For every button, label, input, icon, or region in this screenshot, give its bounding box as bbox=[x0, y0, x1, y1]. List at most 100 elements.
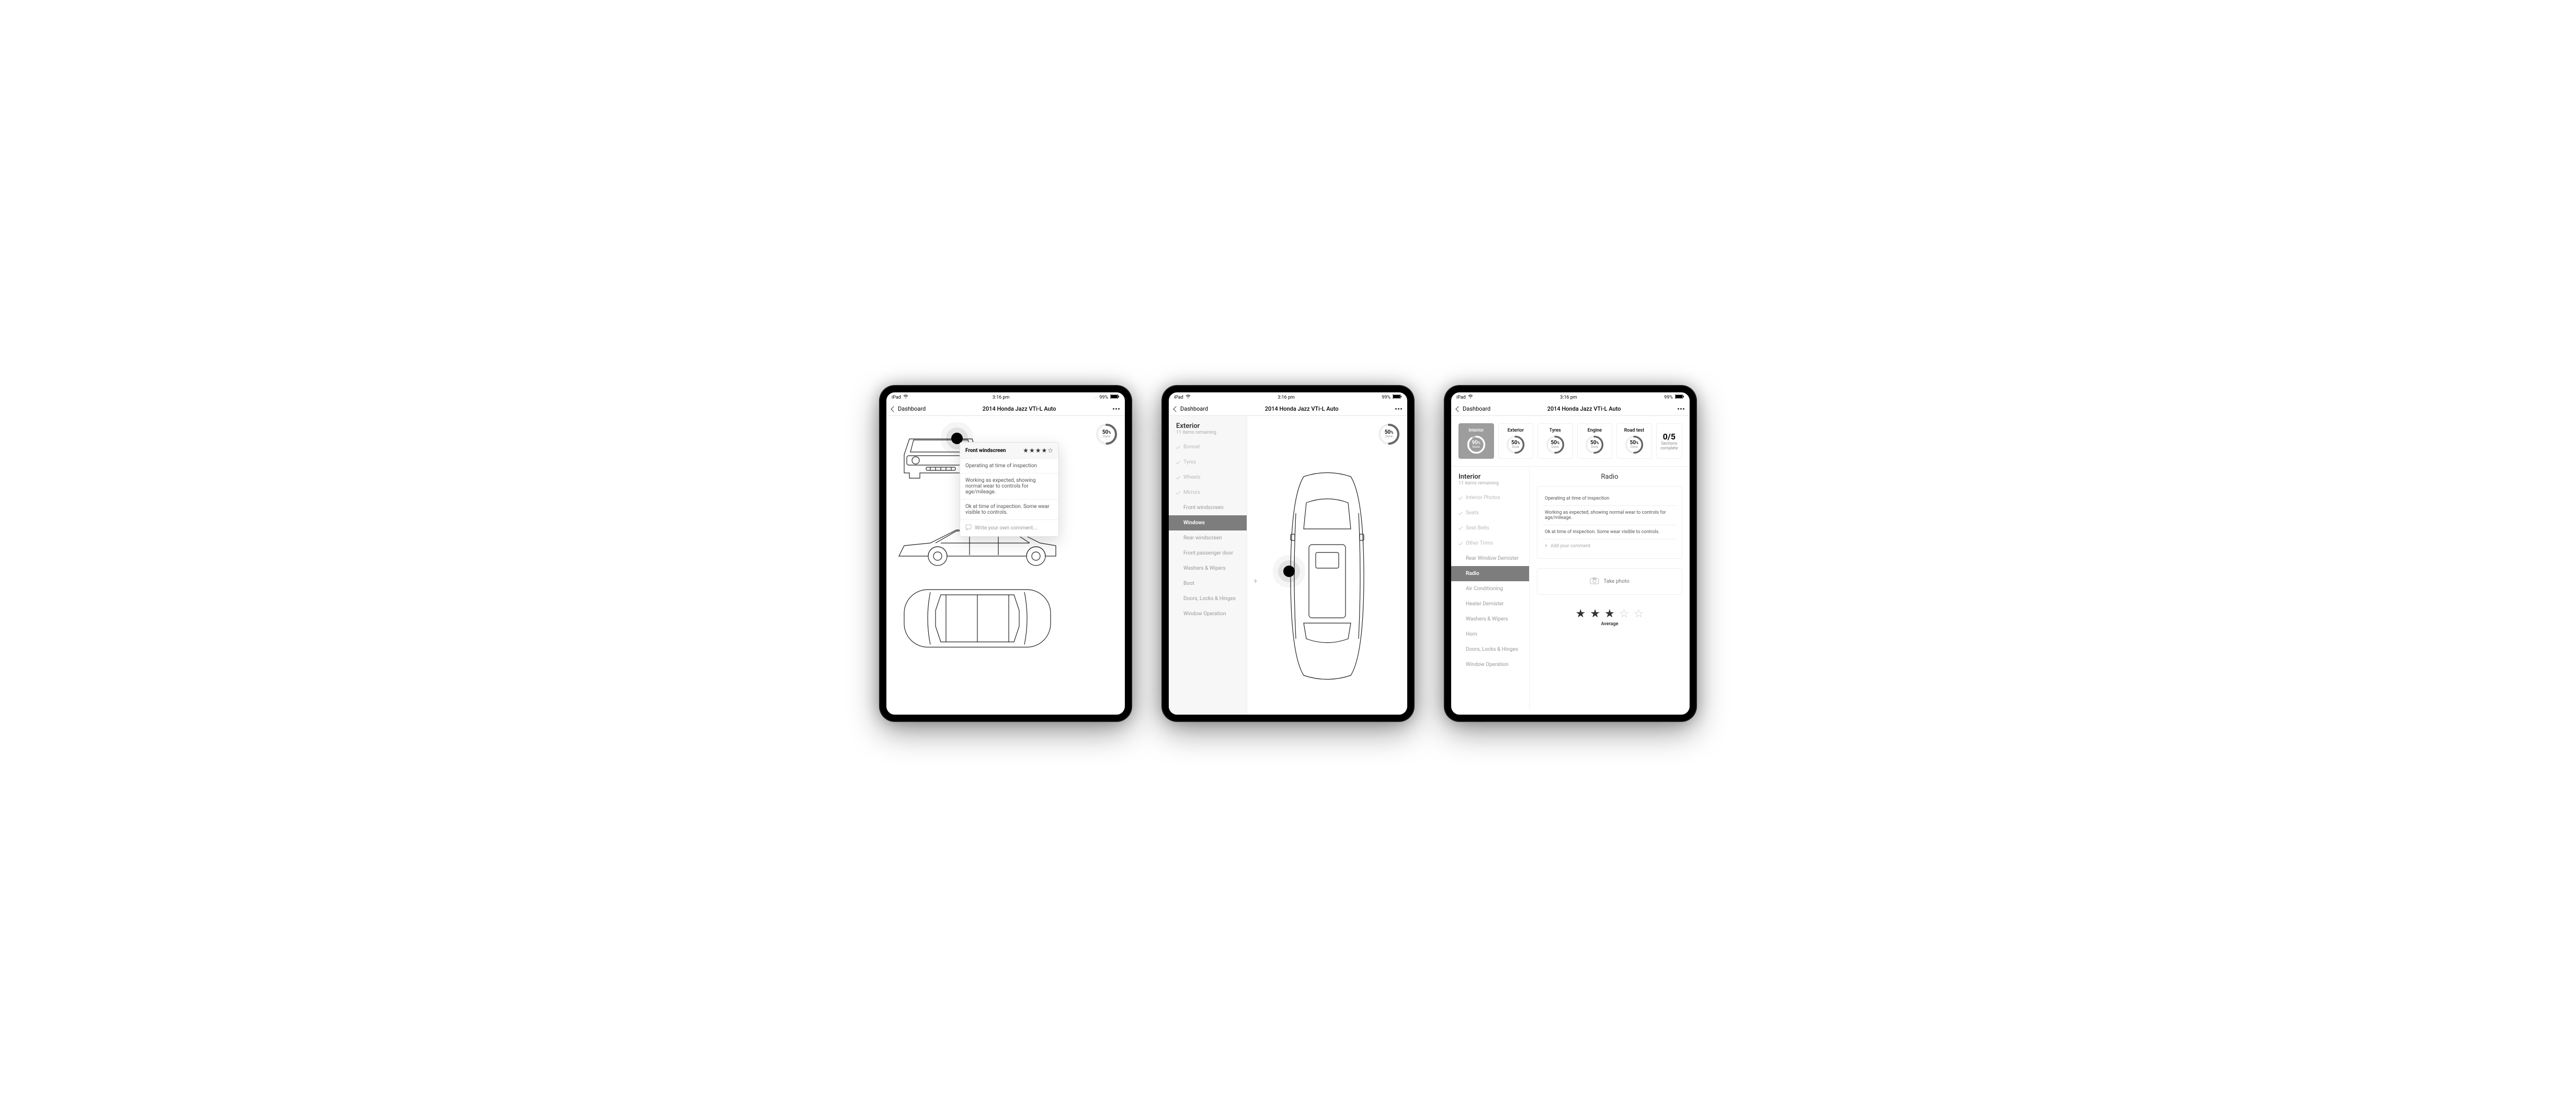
sidebar-item[interactable]: Wheels bbox=[1169, 470, 1247, 485]
carrier-label: iPad bbox=[892, 395, 901, 400]
sidebar-item[interactable]: Interior Photos bbox=[1451, 490, 1529, 505]
sidebar-item-label: Doors, Locks & Hinges bbox=[1183, 596, 1236, 602]
star-rating[interactable]: ★★★☆☆ bbox=[1537, 607, 1682, 620]
wifi-icon bbox=[1468, 394, 1473, 400]
battery-percent: 99% bbox=[1664, 395, 1673, 400]
arrow-left-icon bbox=[1455, 406, 1461, 412]
condition-option[interactable]: Working as expected, showing normal wear… bbox=[960, 473, 1058, 500]
more-button[interactable] bbox=[1395, 408, 1402, 410]
nav-bar: Dashboard 2014 Honda Jazz VTi-L Auto bbox=[1169, 402, 1407, 416]
sidebar-item-label: Interior Photos bbox=[1466, 495, 1500, 501]
sidebar-item[interactable]: Boot bbox=[1169, 576, 1247, 591]
condition-option[interactable]: Ok at time of inspection. Some wear visi… bbox=[1543, 525, 1677, 539]
section-tile[interactable]: Interior 90%Done bbox=[1458, 423, 1494, 459]
back-button[interactable]: Dashboard bbox=[1456, 405, 1490, 412]
sidebar-item[interactable]: Other Trims bbox=[1451, 536, 1529, 551]
sidebar-item[interactable]: Tyres bbox=[1169, 455, 1247, 470]
condition-option[interactable]: Ok at time of inspection. Some wear visi… bbox=[960, 500, 1058, 520]
sidebar-item[interactable]: Doors, Locks & Hinges bbox=[1169, 591, 1247, 606]
tile-donut: 50%Done bbox=[1625, 435, 1644, 454]
sections-label: Sections complete bbox=[1659, 442, 1680, 451]
nav-bar: Dashboard 2014 Honda Jazz VTi-L Auto bbox=[886, 402, 1125, 416]
section-tile[interactable]: Tyres 50%Done bbox=[1537, 423, 1573, 459]
sidebar-item[interactable]: Rear Window Demister bbox=[1451, 551, 1529, 566]
sidebar-item[interactable]: Front windscreen bbox=[1169, 500, 1247, 515]
sidebar-item[interactable]: Windows bbox=[1169, 515, 1247, 530]
sidebar-item[interactable]: Front passenger door bbox=[1169, 546, 1247, 561]
ipad-screen-2: iPad 3:16 pm 99% Dashboard 2014 Honda Ja… bbox=[1162, 386, 1414, 721]
plus-icon: + bbox=[1545, 544, 1547, 549]
sidebar-item[interactable]: Seat Belts bbox=[1451, 521, 1529, 536]
sidebar-title: Interior bbox=[1458, 473, 1522, 481]
condition-option[interactable]: Working as expected, showing normal wear… bbox=[1543, 506, 1677, 525]
check-icon bbox=[1176, 444, 1180, 448]
ipad-screen-3: iPad 3:16 pm 99% Dashboard 2014 Honda Ja… bbox=[1445, 386, 1696, 721]
rating-label: Average bbox=[1537, 622, 1682, 627]
comment-icon bbox=[965, 524, 972, 532]
sidebar-item-label: Tyres bbox=[1183, 459, 1196, 465]
sidebar-item[interactable]: Washers & Wipers bbox=[1451, 612, 1529, 627]
tile-label: Engine bbox=[1588, 428, 1602, 433]
sidebar-subtitle: 11 items remaining bbox=[1458, 481, 1522, 486]
battery-icon bbox=[1110, 394, 1120, 400]
sidebar-item[interactable]: Window Operation bbox=[1169, 606, 1247, 622]
clock: 3:16 pm bbox=[1278, 395, 1295, 400]
sidebar-item[interactable]: Mirrors bbox=[1169, 485, 1247, 500]
camera-icon bbox=[1590, 577, 1599, 586]
sidebar-item[interactable]: Bonnet bbox=[1169, 439, 1247, 455]
status-bar: iPad 3:16 pm 99% bbox=[1169, 392, 1407, 402]
car-diagram-panel: 50%Done + bbox=[1247, 416, 1407, 721]
carrier-label: iPad bbox=[1456, 395, 1466, 400]
bluetooth-icon: ⌵ bbox=[1093, 395, 1097, 400]
hotspot-window[interactable] bbox=[1283, 566, 1295, 577]
section-tile[interactable]: Exterior 50%Done bbox=[1498, 423, 1534, 459]
inspection-popover: Front windscreen ★★★★☆ Operating at time… bbox=[960, 442, 1059, 537]
sidebar-item[interactable]: Doors, Locks & Hinges bbox=[1451, 642, 1529, 657]
sidebar-item[interactable]: Seats bbox=[1451, 505, 1529, 521]
sidebar-item[interactable]: Washers & Wipers bbox=[1169, 561, 1247, 576]
check-icon bbox=[1458, 495, 1463, 499]
sidebar-item[interactable]: Window Operation bbox=[1451, 657, 1529, 672]
battery-icon bbox=[1675, 394, 1684, 400]
back-button[interactable]: Dashboard bbox=[892, 405, 926, 412]
condition-option[interactable]: Operating at time of inspection bbox=[1543, 492, 1677, 506]
comment-placeholder: Write your own comment... bbox=[975, 525, 1037, 531]
sidebar-item-label: Boot bbox=[1183, 581, 1194, 586]
sidebar-item[interactable]: Air Conditioning bbox=[1451, 581, 1529, 596]
car-top-diagram bbox=[1280, 466, 1374, 686]
comment-input[interactable]: Write your own comment... bbox=[960, 520, 1058, 536]
arrow-left-icon bbox=[1173, 406, 1179, 412]
section-tile[interactable]: Engine 50%Done bbox=[1577, 423, 1613, 459]
star-rating[interactable]: ★★★★☆ bbox=[1023, 447, 1053, 454]
sidebar-item-label: Mirrors bbox=[1183, 490, 1200, 495]
status-bar: iPad 3:16 pm ⌵ 99% bbox=[886, 392, 1125, 402]
battery-percent: 99% bbox=[1099, 395, 1108, 400]
tile-label: Tyres bbox=[1549, 428, 1561, 433]
wifi-icon bbox=[1186, 394, 1191, 400]
check-icon bbox=[1458, 540, 1463, 545]
carrier-label: iPad bbox=[1174, 395, 1183, 400]
clock: 3:16 pm bbox=[993, 395, 1010, 400]
add-note-button[interactable]: + bbox=[1253, 577, 1258, 585]
tile-label: Road test bbox=[1624, 428, 1644, 433]
sidebar-title: Exterior bbox=[1176, 422, 1239, 430]
sections-complete-tile: 0/5Sections complete bbox=[1656, 423, 1682, 459]
status-bar: iPad 3:16 pm 99% bbox=[1451, 392, 1690, 402]
sidebar-item[interactable]: Heater Demister bbox=[1451, 596, 1529, 612]
condition-option[interactable]: Operating at time of inspection bbox=[960, 459, 1058, 473]
sidebar-item[interactable]: Radio bbox=[1451, 566, 1529, 581]
add-comment-button[interactable]: + Add your comment bbox=[1543, 539, 1677, 553]
back-button[interactable]: Dashboard bbox=[1174, 405, 1208, 412]
sidebar-item[interactable]: Rear windscreen bbox=[1169, 530, 1247, 546]
tile-donut: 50%Done bbox=[1585, 435, 1604, 454]
take-photo-button[interactable]: Take photo bbox=[1537, 568, 1682, 595]
sidebar-item[interactable]: Horn bbox=[1451, 627, 1529, 642]
sidebar-item-label: Front windscreen bbox=[1183, 505, 1224, 511]
more-button[interactable] bbox=[1113, 408, 1120, 410]
sidebar-item-label: Windows bbox=[1183, 520, 1205, 526]
sidebar-item-label: Seat Belts bbox=[1466, 525, 1489, 531]
page-title: 2014 Honda Jazz VTi-L Auto bbox=[1547, 405, 1621, 412]
more-button[interactable] bbox=[1678, 408, 1684, 410]
sidebar-item-label: Washers & Wipers bbox=[1183, 566, 1226, 571]
section-tile[interactable]: Road test 50%Done bbox=[1616, 423, 1652, 459]
